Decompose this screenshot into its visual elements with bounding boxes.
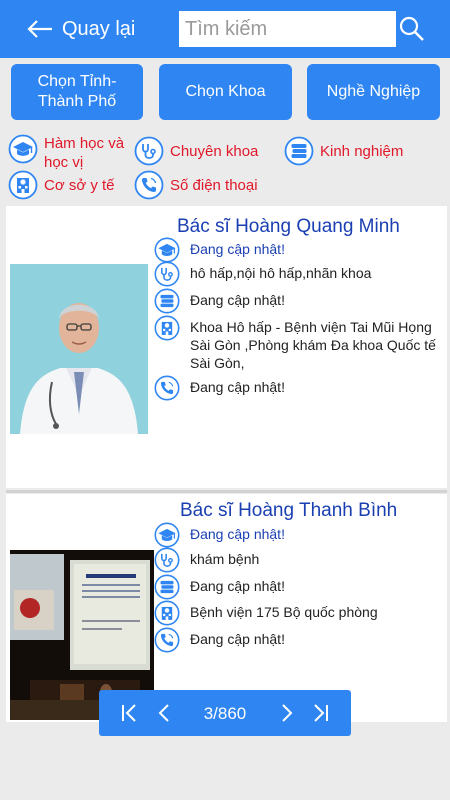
hospital-icon xyxy=(154,315,180,341)
doctor-experience-row: Đang cập nhật! xyxy=(154,291,444,314)
doctor-specialty-row: khám bệnh xyxy=(154,550,444,573)
city-select-label: Chọn Tỉnh-Thành Phố xyxy=(37,73,117,110)
books-icon xyxy=(284,136,314,166)
legend-specialty-label: Chuyên khoa xyxy=(170,142,259,160)
hospital-icon xyxy=(8,170,38,200)
legend-experience: Kinh nghiệm xyxy=(284,136,444,166)
stethoscope-icon xyxy=(134,136,164,166)
doctor-phone-row: Đang cập nhật! xyxy=(154,378,444,401)
legend-phone: Số điện thoại xyxy=(134,170,284,200)
doctor-facility-row: Bệnh viện 175 Bộ quốc phòng xyxy=(154,603,444,626)
doctor-card[interactable]: Bác sĩ Hoàng Quang Minh Đang cập nhật! h… xyxy=(6,206,447,488)
doctor-phone-row: Đang cập nhật! xyxy=(154,630,444,653)
search-icon[interactable] xyxy=(398,15,426,43)
doctor-degree-row: Đang cập nhật! xyxy=(154,525,444,548)
previous-page-icon[interactable] xyxy=(154,702,176,724)
doctor-experience: Đang cập nhật! xyxy=(190,292,285,308)
doctor-degree: Đang cập nhật! xyxy=(190,526,285,542)
last-page-icon[interactable] xyxy=(309,702,331,724)
hospital-icon xyxy=(154,600,180,626)
doctor-experience-row: Đang cập nhật! xyxy=(154,577,444,600)
legend-degree-label: Hàm học và học vị xyxy=(44,135,125,171)
search-placeholder: Tìm kiếm xyxy=(185,17,268,40)
back-label: Quay lại xyxy=(62,17,136,40)
graduation-cap-icon xyxy=(154,237,180,263)
doctor-name[interactable]: Bác sĩ Hoàng Thanh Bình xyxy=(180,500,397,522)
legend-phone-label: Số điện thoại xyxy=(170,176,258,194)
department-select-button[interactable]: Chọn Khoa xyxy=(159,64,292,120)
legend-experience-label: Kinh nghiệm xyxy=(320,142,404,160)
stethoscope-icon xyxy=(154,261,180,287)
doctor-card[interactable]: Bác sĩ Hoàng Thanh Bình Đang cập nhật! k… xyxy=(6,494,447,722)
doctor-specialty-row: hô hấp,nội hô hấp,nhãn khoa xyxy=(154,264,444,287)
doctor-name[interactable]: Bác sĩ Hoàng Quang Minh xyxy=(177,216,400,238)
doctor-degree: Đang cập nhật! xyxy=(190,241,285,257)
doctor-degree-row: Đang cập nhật! xyxy=(154,240,444,263)
phone-icon xyxy=(154,375,180,401)
profession-select-label: Nghề Nghiệp xyxy=(326,83,421,100)
doctor-experience: Đang cập nhật! xyxy=(190,578,285,594)
legend-degree: Hàm học và học vị xyxy=(8,134,133,172)
card-divider xyxy=(6,490,447,493)
doctor-photo xyxy=(10,264,148,434)
legend-facility-label: Cơ sở y tế xyxy=(44,176,115,194)
phone-icon xyxy=(154,627,180,653)
city-select-button[interactable]: Chọn Tỉnh-Thành Phố xyxy=(11,64,143,120)
stethoscope-icon xyxy=(154,547,180,573)
department-select-label: Chọn Khoa xyxy=(185,83,266,100)
books-icon xyxy=(154,574,180,600)
legend-facility: Cơ sở y tế xyxy=(8,170,133,200)
graduation-cap-icon xyxy=(8,134,38,164)
doctor-phone: Đang cập nhật! xyxy=(190,379,285,395)
phone-icon xyxy=(134,170,164,200)
pagination-bar: 3/860 xyxy=(99,690,351,736)
next-page-icon[interactable] xyxy=(275,702,297,724)
doctor-specialty: khám bệnh xyxy=(190,551,260,567)
first-page-icon[interactable] xyxy=(119,702,141,724)
doctor-facility: Bệnh viện 175 Bộ quốc phòng xyxy=(190,604,378,620)
doctor-facility: Khoa Hô hấp - Bệnh viện Tai Mũi Họng Sài… xyxy=(190,319,436,371)
books-icon xyxy=(154,288,180,314)
doctor-phone: Đang cập nhật! xyxy=(190,631,285,647)
graduation-cap-icon xyxy=(154,522,180,548)
profession-select-button[interactable]: Nghề Nghiệp xyxy=(307,64,440,120)
top-bar: Quay lại Tìm kiếm xyxy=(0,0,450,58)
page-indicator: 3/860 xyxy=(203,704,247,723)
doctor-facility-row: Khoa Hô hấp - Bệnh viện Tai Mũi Họng Sài… xyxy=(154,318,444,372)
search-input[interactable]: Tìm kiếm xyxy=(179,11,396,47)
back-button[interactable]: Quay lại xyxy=(26,14,135,44)
arrow-left-icon xyxy=(27,20,52,38)
legend-specialty: Chuyên khoa xyxy=(134,136,284,166)
doctor-specialty: hô hấp,nội hô hấp,nhãn khoa xyxy=(190,265,372,281)
